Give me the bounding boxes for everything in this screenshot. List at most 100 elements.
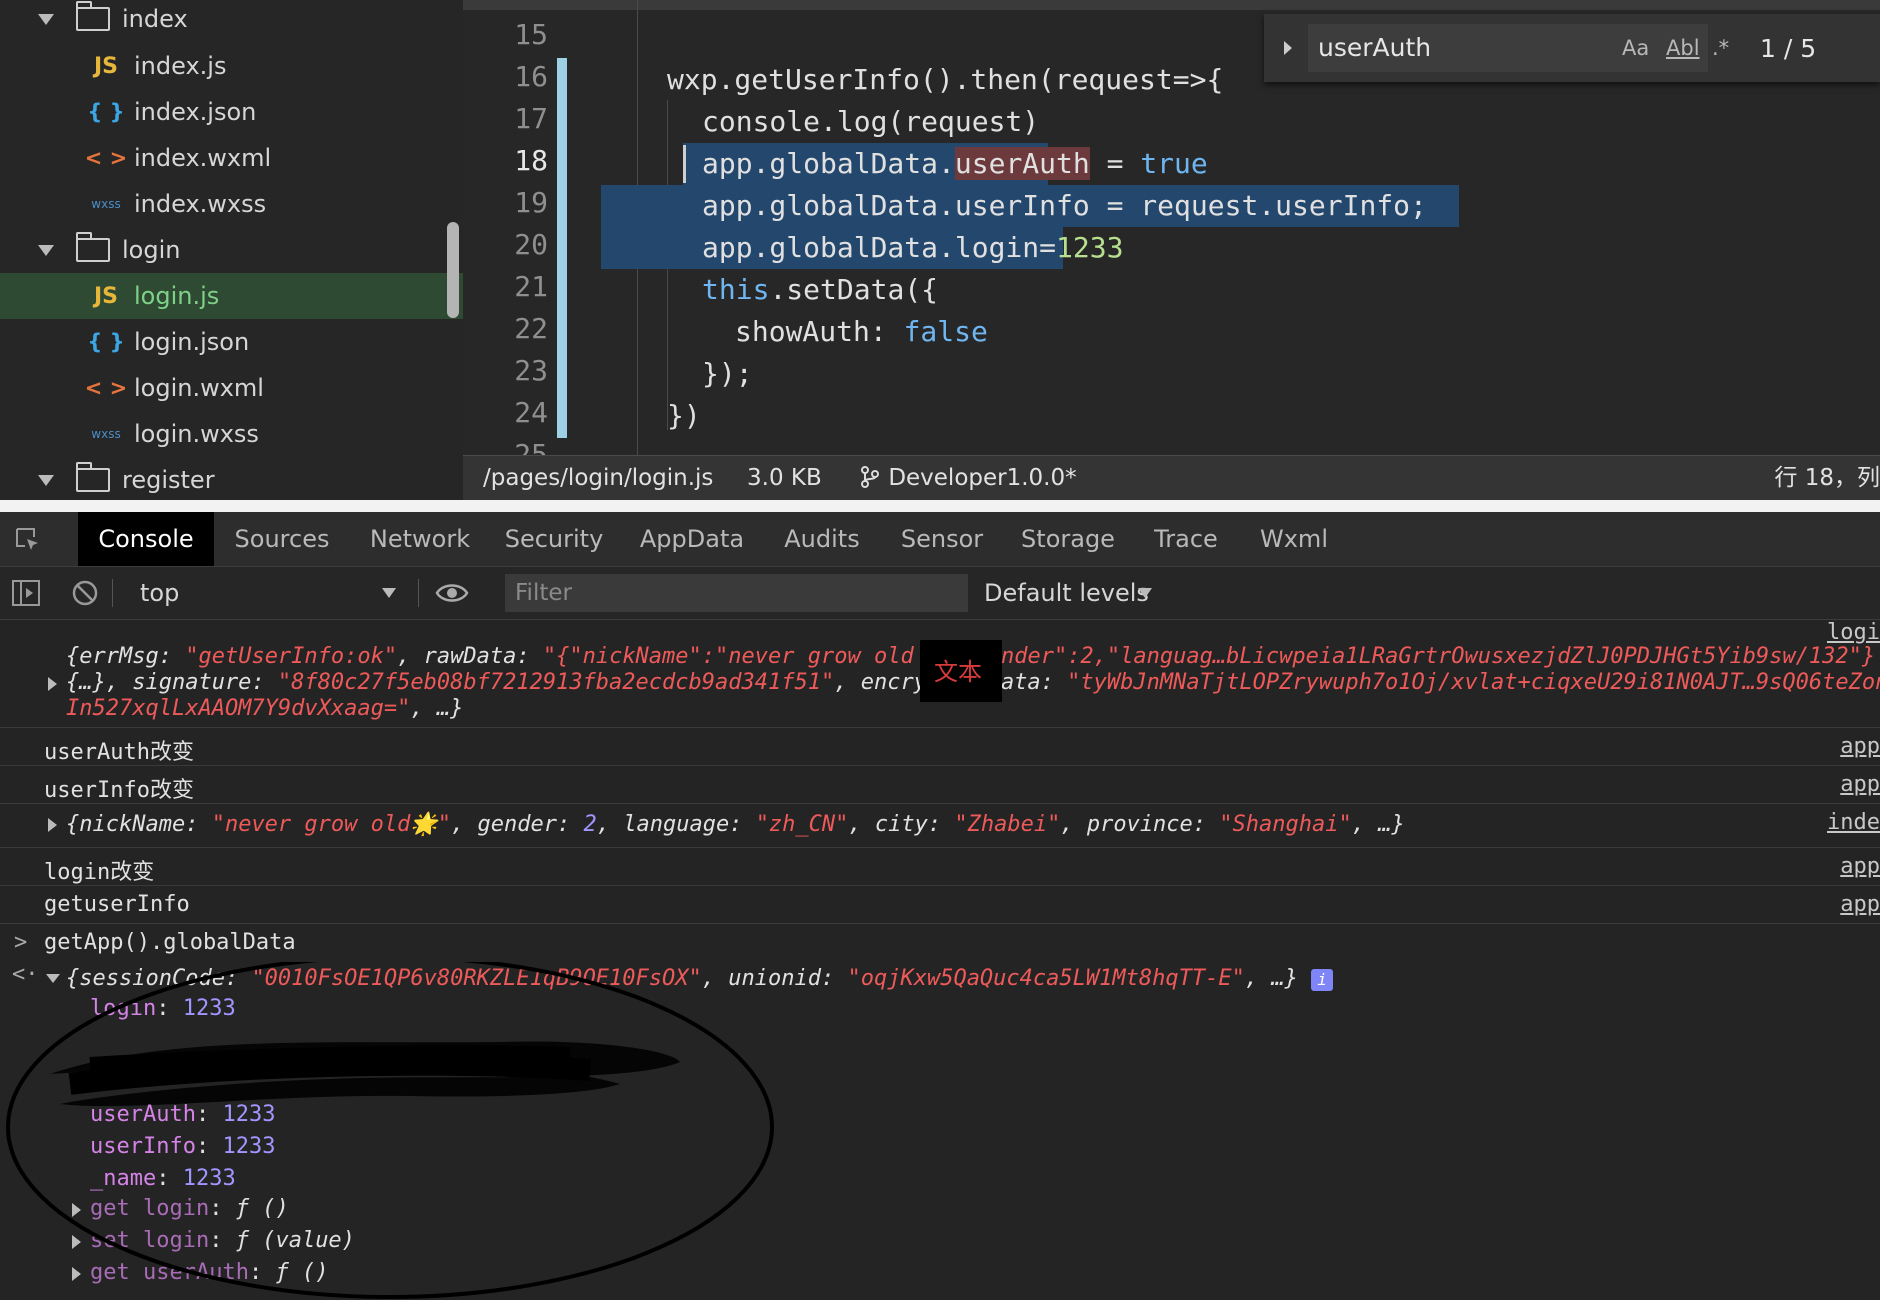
line-number: 20	[514, 228, 548, 261]
tree-file-index-json[interactable]: { } index.json	[0, 89, 463, 135]
log-levels-dropdown[interactable]: Default levels	[984, 567, 1149, 619]
console-input-entry: > getApp().globalData	[0, 924, 1880, 962]
redaction-label: 文本	[934, 658, 982, 686]
tab-appdata[interactable]: AppData	[632, 512, 752, 566]
tree-scrollbar[interactable]	[447, 222, 459, 318]
tab-network[interactable]: Network	[360, 512, 480, 566]
tab-console[interactable]: Console	[78, 512, 214, 566]
tree-folder-index[interactable]: index	[0, 0, 463, 42]
inspect-element-icon[interactable]	[14, 526, 40, 552]
expand-arrow-icon[interactable]	[48, 677, 57, 691]
chevron-right-icon[interactable]	[1284, 41, 1292, 55]
tree-folder-login[interactable]: login	[0, 227, 463, 273]
log-source-link[interactable]: app	[1840, 854, 1880, 879]
console-toolbar: top Filter Default levels	[0, 567, 1880, 620]
code-editor[interactable]: 15 16 17 18 19 20 21 22 23 24 25 wxp.get…	[463, 0, 1880, 455]
annotation-ellipse	[6, 962, 774, 1299]
log-object-line: In527xqlLxAAOM7Y9dvXxaag=", …}	[66, 696, 464, 721]
log-source-link[interactable]: app	[1840, 734, 1880, 759]
panel-divider[interactable]	[0, 500, 1880, 512]
console-output[interactable]: logi {errMsg: "getUserInfo:ok", rawData:…	[0, 620, 1880, 1300]
console-log-entry: {nickName: "never grow old🌟", gender: 2,…	[0, 804, 1880, 848]
tab-sources[interactable]: Sources	[222, 512, 342, 566]
log-source-link[interactable]: logi	[1827, 620, 1880, 645]
git-modified-bar	[557, 58, 567, 438]
expand-arrow-icon[interactable]	[48, 818, 57, 832]
line-number: 24	[514, 396, 548, 429]
file-tree: index JS index.js M { } index.json < > i…	[0, 0, 463, 500]
line-number: 21	[514, 270, 548, 303]
find-match-count: 1 / 5	[1760, 34, 1817, 63]
devtools-tab-bar: Console Sources Network Security AppData…	[0, 512, 1880, 567]
tab-trace[interactable]: Trace	[1126, 512, 1246, 566]
code-line-22: showAuth: false	[735, 315, 988, 348]
code-line-16: wxp.getUserInfo().then(request=>{	[667, 63, 1224, 96]
search-match: userAuth	[954, 147, 1090, 180]
tab-audits[interactable]: Audits	[762, 512, 882, 566]
tree-file-index-wxml[interactable]: < > index.wxml M	[0, 135, 463, 181]
wxml-file-icon: < >	[84, 146, 128, 170]
status-file-path: /pages/login/login.js	[483, 465, 714, 491]
wxml-file-icon: < >	[84, 376, 128, 400]
line-number-active: 18	[514, 144, 548, 177]
console-log-entry: userInfo改变 app	[0, 766, 1880, 804]
tree-file-login-wxss[interactable]: wxss login.wxss	[0, 411, 463, 457]
eye-icon[interactable]	[435, 581, 469, 605]
code-line-24: })	[667, 399, 701, 432]
dropdown-arrow-icon[interactable]	[382, 588, 396, 598]
line-number: 22	[514, 312, 548, 345]
console-command: getApp().globalData	[44, 930, 296, 955]
status-branch[interactable]: Developer1.0.0*	[859, 456, 1077, 501]
line-number: 15	[514, 18, 548, 51]
log-source-link[interactable]: inde	[1827, 810, 1880, 835]
tree-file-index-js[interactable]: JS index.js M	[0, 43, 463, 89]
folder-icon	[76, 232, 110, 262]
tree-file-login-js[interactable]: JS login.js M	[0, 273, 463, 319]
whole-word-toggle[interactable]: Abl	[1666, 36, 1700, 60]
code-line-21: this.setData({	[702, 273, 939, 306]
js-file-icon: JS	[93, 53, 119, 79]
line-number: 25	[514, 438, 548, 455]
tab-sensor[interactable]: Sensor	[882, 512, 1002, 566]
tab-wxml[interactable]: Wxml	[1234, 512, 1354, 566]
dropdown-arrow-icon[interactable]	[1138, 588, 1152, 598]
regex-toggle[interactable]: .*	[1712, 36, 1729, 60]
folder-icon	[76, 1, 110, 31]
clear-console-icon[interactable]	[72, 580, 98, 606]
line-number: 23	[514, 354, 548, 387]
console-filter-input[interactable]: Filter	[505, 574, 968, 612]
code-line-23: });	[702, 357, 753, 390]
tab-security[interactable]: Security	[494, 512, 614, 566]
console-log-entry: login改变 app	[0, 848, 1880, 886]
tree-folder-register[interactable]: register	[0, 457, 463, 500]
tree-file-login-wxml[interactable]: < > login.wxml	[0, 365, 463, 411]
info-icon[interactable]: i	[1311, 969, 1334, 991]
code-line-17: console.log(request)	[702, 105, 1040, 138]
code-line-18: app.globalData.userAuth = true	[702, 147, 1208, 180]
sidebar-toggle-icon[interactable]	[12, 580, 40, 606]
log-source-link[interactable]: app	[1840, 772, 1880, 797]
toolbar-divider	[112, 579, 113, 607]
status-file-size: 3.0 KB	[747, 465, 822, 491]
chevron-down-icon	[38, 244, 54, 256]
wxss-file-icon: wxss	[91, 197, 121, 211]
editor-status-bar: /pages/login/login.js 3.0 KB Developer1.…	[463, 455, 1880, 501]
log-source-link[interactable]: app	[1840, 892, 1880, 917]
code-line-19: app.globalData.userInfo = request.userIn…	[702, 189, 1427, 222]
line-number: 19	[514, 186, 548, 219]
log-object-line: {nickName: "never grow old🌟", gender: 2,…	[66, 812, 1405, 837]
tree-file-login-json[interactable]: { } login.json	[0, 319, 463, 365]
find-widget: userAuth Aa Abl .* 1 / 5	[1264, 14, 1880, 82]
console-log-entry: getuserInfo app	[0, 886, 1880, 924]
json-file-icon: { }	[87, 330, 125, 354]
console-log-entry: userAuth改变 app	[0, 728, 1880, 766]
code-line-20: app.globalData.login=1233	[702, 231, 1124, 264]
folder-icon	[76, 462, 110, 492]
match-case-toggle[interactable]: Aa	[1622, 36, 1649, 60]
status-cursor-position: 行 18，列	[1774, 465, 1880, 491]
context-selector[interactable]: top	[140, 567, 179, 619]
tree-file-index-wxss[interactable]: wxss index.wxss	[0, 181, 463, 227]
tab-storage[interactable]: Storage	[1008, 512, 1128, 566]
js-file-icon: JS	[93, 283, 119, 309]
prompt-chevron-icon: >	[14, 930, 28, 955]
